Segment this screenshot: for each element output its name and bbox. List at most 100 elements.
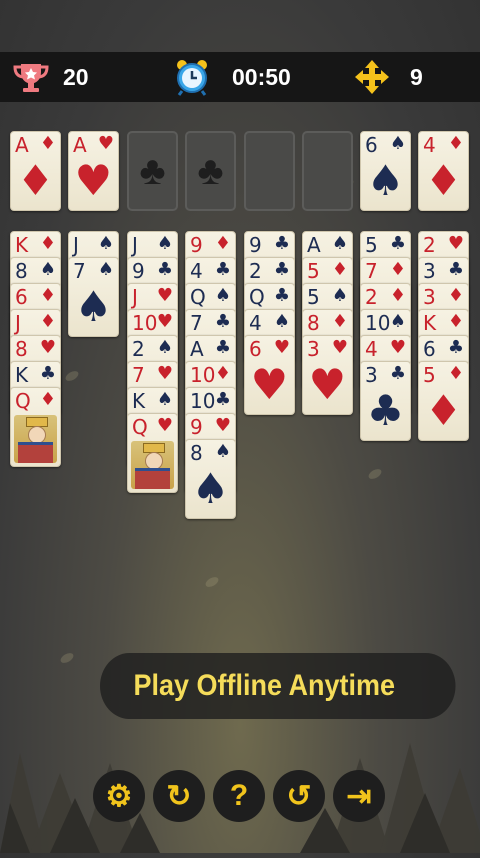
club-icon: ♣ (197, 149, 224, 193)
card-rank: Q (249, 285, 265, 309)
card-suit: ♠ (273, 311, 290, 332)
playing-card[interactable]: A ♥ ♥ (68, 131, 119, 211)
card-rank: 3 (365, 363, 378, 387)
card-suit: ♥ (156, 285, 173, 306)
playing-card[interactable]: 3 ♣ ♣ (360, 361, 411, 441)
falling-leaf (203, 575, 221, 589)
status-bar: 20 00:50 9 (0, 52, 480, 102)
card-suit: ♦ (389, 259, 406, 280)
card-rank: 9 (249, 233, 262, 257)
score-value: 20 (63, 63, 89, 90)
timer-value: 00:50 (232, 63, 291, 90)
card-rank: 3 (307, 337, 320, 361)
card-rank: A (307, 233, 321, 257)
card-suit: ♣ (214, 311, 231, 332)
card-suit: ♦ (39, 233, 56, 254)
card-suit: ♠ (389, 133, 406, 154)
card-suit: ♠ (97, 233, 114, 254)
card-suit: ♣ (273, 233, 290, 254)
card-rank: Q (190, 285, 206, 309)
card-rank: 3 (423, 259, 436, 283)
card-suit: ♥ (156, 311, 173, 332)
restart-icon: ↻ (166, 779, 192, 813)
card-rank: 7 (73, 259, 86, 283)
card-rank: 5 (307, 259, 320, 283)
card-rank: 8 (307, 311, 320, 335)
question-icon: ? (229, 779, 249, 812)
card-suit: ♥ (97, 133, 114, 154)
card-rank: Q (15, 389, 31, 413)
playing-card[interactable]: Q ♦ (10, 387, 61, 467)
queen-face-art (131, 441, 174, 489)
card-suit: ♣ (447, 259, 464, 280)
card-suit: ♥ (447, 233, 464, 254)
moves-display: 9 (354, 52, 423, 102)
falling-leaf (63, 369, 81, 383)
card-suit: ♦ (447, 133, 464, 154)
card-suit: ♥ (156, 415, 173, 436)
help-button[interactable]: ? (213, 770, 265, 822)
card-suit-large: ♠ (74, 282, 113, 331)
trophy-icon (13, 60, 49, 94)
undo-icon: ↺ (286, 779, 312, 813)
card-suit: ♥ (214, 415, 231, 436)
card-rank: 6 (249, 337, 262, 361)
foundation-slot[interactable]: ♣ (185, 131, 236, 211)
undo-button[interactable]: ↺ (273, 770, 325, 822)
card-suit-large: ♦ (424, 386, 463, 435)
card-suit-large: ♥ (250, 360, 289, 409)
card-suit: ♠ (97, 259, 114, 280)
card-suit: ♥ (389, 337, 406, 358)
card-rank: K (423, 311, 437, 335)
card-rank: 5 (307, 285, 320, 309)
card-rank: 8 (190, 441, 203, 465)
move-arrows-icon (354, 59, 390, 95)
card-suit: ♦ (39, 133, 56, 154)
card-suit: ♦ (39, 285, 56, 306)
card-suit: ♠ (39, 259, 56, 280)
playing-card[interactable]: A ♦ ♦ (10, 131, 61, 211)
card-rank: 5 (365, 233, 378, 257)
card-suit: ♠ (156, 389, 173, 410)
card-suit: ♥ (39, 337, 56, 358)
falling-leaf (366, 467, 384, 481)
playing-card[interactable]: Q ♥ (127, 413, 178, 493)
playing-card[interactable]: 3 ♥ ♥ (302, 335, 353, 415)
playing-card[interactable]: 7 ♠ ♠ (68, 257, 119, 337)
free-cell-slot[interactable] (302, 131, 353, 211)
card-suit: ♦ (39, 311, 56, 332)
playing-card[interactable]: 5 ♦ ♦ (418, 361, 469, 441)
playing-card[interactable]: 6 ♠ ♠ (360, 131, 411, 211)
card-suit: ♦ (331, 311, 348, 332)
playing-card[interactable]: 6 ♥ ♥ (244, 335, 295, 415)
restart-button[interactable]: ↻ (153, 770, 205, 822)
playing-card[interactable]: 4 ♦ ♦ (418, 131, 469, 211)
free-cell-slot[interactable] (244, 131, 295, 211)
promo-banner-text: Play Offline Anytime (133, 669, 396, 702)
card-rank: 8 (15, 337, 28, 361)
card-rank: 2 (249, 259, 262, 283)
exit-button[interactable]: ⇥ (333, 770, 385, 822)
card-suit: ♣ (39, 363, 56, 384)
card-suit: ♣ (447, 337, 464, 358)
card-rank: 10 (190, 363, 216, 387)
settings-button[interactable]: ⚙ (93, 770, 145, 822)
moves-value: 9 (410, 63, 423, 90)
score-display: 20 (13, 52, 89, 102)
card-suit-large: ♥ (74, 156, 113, 205)
card-suit: ♠ (331, 233, 348, 254)
card-rank: 10 (132, 311, 158, 335)
foundation-slot[interactable]: ♣ (127, 131, 178, 211)
card-suit: ♦ (214, 363, 231, 384)
card-rank: 8 (15, 259, 28, 283)
card-rank: 9 (190, 415, 203, 439)
card-rank: K (15, 233, 29, 257)
card-rank: 4 (365, 337, 378, 361)
playing-card[interactable]: 8 ♠ ♠ (185, 439, 236, 519)
card-suit: ♦ (447, 285, 464, 306)
card-suit-large: ♣ (366, 386, 405, 435)
exit-door-icon: ⇥ (346, 779, 372, 813)
card-suit: ♠ (214, 285, 231, 306)
card-suit: ♣ (273, 285, 290, 306)
card-rank: 2 (365, 285, 378, 309)
